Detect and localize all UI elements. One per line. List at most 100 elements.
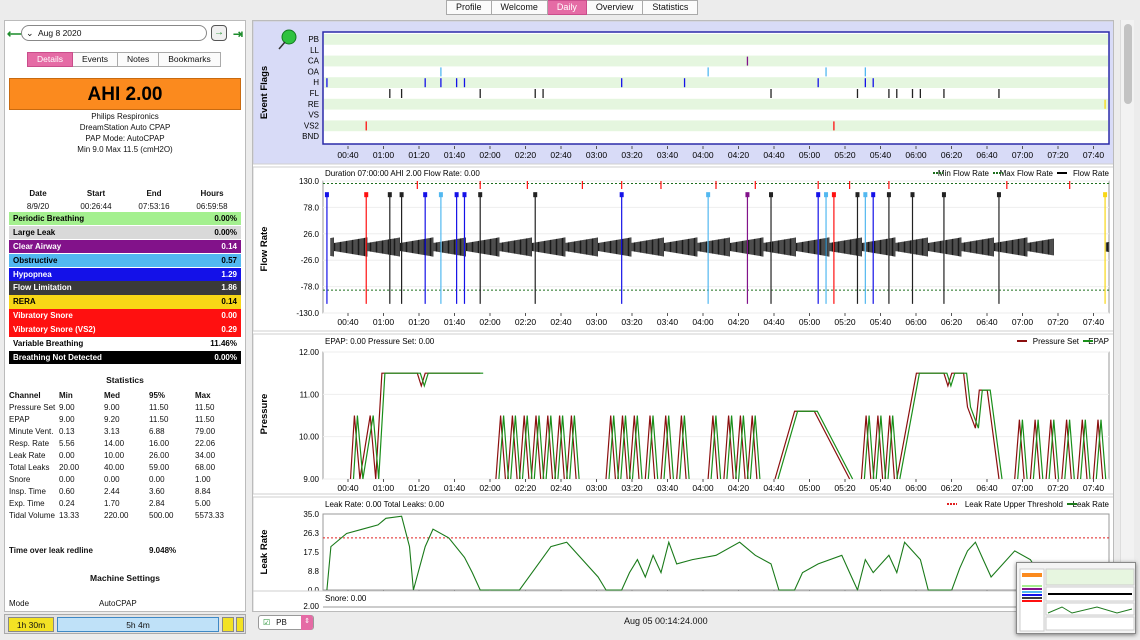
machine-settings-title: Machine Settings [90, 573, 160, 583]
time-label: 03:20 [621, 483, 643, 493]
flow-header: Duration 07:00:00 AHI 2.00 Flow Rate: 0.… [325, 169, 480, 178]
flag-row-band [324, 55, 1108, 67]
stat-cell: 68.00 [195, 463, 216, 472]
checkbox-icon[interactable]: ☑ [263, 618, 270, 627]
tab-events[interactable]: Events [72, 52, 118, 67]
graph-title: Event Flags [259, 66, 270, 119]
tab-daily[interactable]: Daily [547, 0, 587, 15]
stat-header: 95% [149, 391, 166, 400]
tab-profile[interactable]: Profile [446, 0, 492, 15]
time-label: 07:20 [1047, 150, 1069, 160]
time-label: 00:40 [337, 317, 359, 327]
tab-bookmarks[interactable]: Bookmarks [159, 52, 221, 67]
tab-welcome[interactable]: Welcome [491, 0, 548, 15]
time-label: 02:40 [550, 150, 572, 160]
time-label: 06:40 [976, 150, 998, 160]
flow-event-marker [438, 192, 443, 198]
flow-event-marker [387, 192, 392, 198]
time-label: 01:40 [444, 483, 466, 493]
flow-event-marker [831, 192, 836, 198]
graph-title: Pressure [259, 394, 270, 435]
cursor-time: Aug 05 00:14:24.000 [624, 616, 708, 626]
time-range-handle[interactable] [222, 617, 234, 632]
time-label: 03:40 [657, 150, 679, 160]
tab-details[interactable]: Details [27, 52, 73, 67]
ahi-banner: AHI 2.00 [9, 78, 241, 110]
time-label: 02:40 [550, 317, 572, 327]
graph-scrollbar[interactable] [1120, 20, 1134, 612]
time-range-bar[interactable]: 1h 30m 5h 4m [4, 614, 246, 634]
tab-overview[interactable]: Overview [586, 0, 644, 15]
flow-event-marker [996, 192, 1001, 198]
flow-event-marker [863, 192, 868, 198]
stat-cell: 5.00 [195, 499, 211, 508]
time-range-window[interactable]: 5h 4m [57, 617, 219, 632]
flow-ytick: -26.0 [301, 256, 320, 265]
time-label: 05:00 [799, 483, 821, 493]
next-day-button[interactable]: → [211, 25, 227, 41]
session-header: Date [29, 189, 47, 198]
session-header: Hours [200, 189, 224, 198]
flow-ytick: 26.0 [303, 230, 319, 239]
stat-header: Channel [9, 391, 41, 400]
time-label: 07:40 [1083, 150, 1105, 160]
stat-cell: 3.60 [149, 487, 165, 496]
scrollbar-thumb[interactable] [1124, 24, 1132, 104]
leak-ytick: 35.0 [303, 510, 319, 519]
date-selector[interactable]: ⌄ Aug 8 2020 [21, 25, 207, 41]
flow-event-marker [462, 192, 467, 198]
time-label: 05:00 [799, 150, 821, 160]
index-value: 0.00% [214, 227, 237, 237]
pressure-ytick: 12.00 [299, 348, 320, 357]
time-label: 06:40 [976, 483, 998, 493]
index-label: Variable Breathing [13, 339, 84, 349]
setting-row: Mode AutoCPAP [9, 598, 241, 610]
flow-event-marker [399, 192, 404, 198]
leak-legend-rate: Leak Rate [1073, 500, 1110, 509]
time-label: 04:40 [763, 317, 785, 327]
time-label: 04:00 [692, 150, 714, 160]
flag-selector[interactable]: ☑ PB ⇕ [258, 615, 314, 630]
window-thumbnail[interactable] [1016, 562, 1136, 634]
index-value: 0.57 [221, 255, 237, 265]
stat-cell: Total Leaks [9, 463, 50, 472]
time-label: 02:20 [515, 150, 537, 160]
flow-event-marker [769, 192, 774, 198]
time-label: 06:00 [905, 150, 927, 160]
index-value: 0.00% [214, 352, 237, 362]
leak-ytick: 26.3 [303, 529, 319, 538]
session-value: 06:59:58 [196, 202, 228, 211]
flag-row-band [324, 120, 1108, 132]
stat-cell: 10.00 [104, 451, 125, 460]
stat-cell: 5573.33 [195, 511, 224, 520]
stat-cell: Leak Rate [9, 451, 46, 460]
time-label: 02:20 [515, 483, 537, 493]
flow-event-marker [324, 192, 329, 198]
pressure-legend-set: Pressure Set [1033, 337, 1080, 346]
time-label: 01:40 [444, 150, 466, 160]
stat-header: Max [195, 391, 211, 400]
index-row: Clear Airway 0.14 [9, 239, 241, 254]
stat-cell: Resp. Rate [9, 439, 50, 448]
flow-legend-min: Min Flow Rate [938, 169, 990, 178]
time-range-end[interactable] [236, 617, 244, 632]
graph-title: Leak Rate [259, 530, 270, 575]
dropdown-arrow-icon[interactable]: ⇕ [301, 615, 313, 630]
index-row: Large Leak 0.00% [9, 225, 241, 240]
index-label: Large Leak [13, 227, 56, 237]
flag-row-label: PB [308, 35, 319, 44]
flag-row-label: OA [307, 67, 319, 76]
flow-event-marker [871, 192, 876, 198]
index-value: 0.14 [221, 297, 237, 307]
time-label: 00:40 [337, 483, 359, 493]
tab-notes[interactable]: Notes [117, 52, 160, 67]
flag-row-label: H [313, 78, 319, 87]
time-label: 07:40 [1083, 483, 1105, 493]
jump-last-day-icon[interactable]: ⇥ [233, 27, 243, 41]
time-range-start[interactable]: 1h 30m [8, 617, 54, 632]
time-label: 07:00 [1012, 483, 1034, 493]
time-label: 05:40 [870, 483, 892, 493]
flow-event-marker [423, 192, 428, 198]
stat-cell: 0.00 [104, 475, 120, 484]
tab-statistics[interactable]: Statistics [643, 0, 699, 15]
